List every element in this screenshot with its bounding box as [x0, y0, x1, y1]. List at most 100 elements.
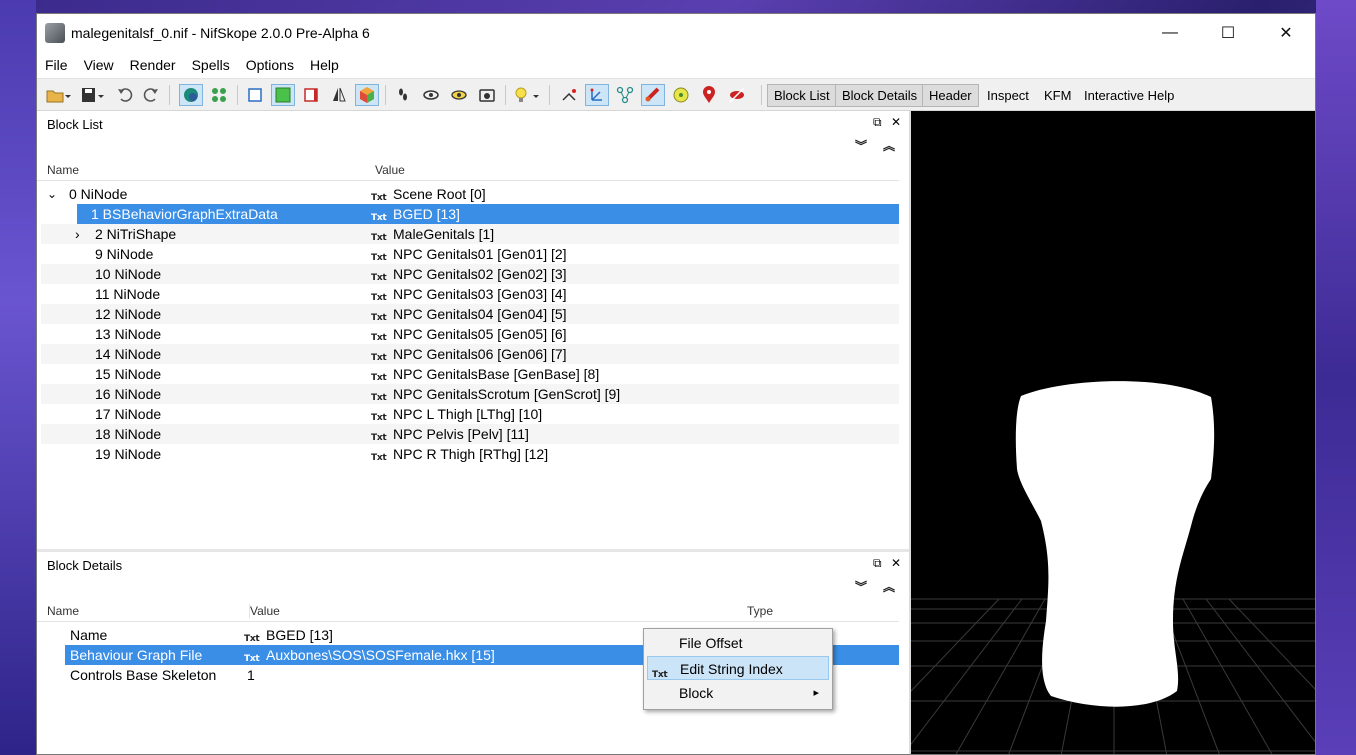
flip-view-icon[interactable] — [327, 84, 351, 106]
tab-block-list[interactable]: Block List — [767, 84, 837, 107]
block-name: 2 NiTriShape — [95, 226, 177, 242]
scene-render — [911, 381, 1315, 754]
float-pane-icon[interactable]: ⧉ — [873, 556, 882, 571]
menu-view[interactable]: View — [76, 52, 122, 78]
toolbar: Block List Block Details Header Inspect … — [37, 78, 1315, 111]
expand-all-icon[interactable]: ︾ — [855, 578, 867, 595]
block-value: NPC GenitalsBase [GenBase] [8] — [393, 366, 600, 382]
expand-all-icon[interactable]: ︾ — [855, 137, 867, 154]
column-value[interactable]: Value — [249, 604, 280, 618]
block-value: NPC L Thigh [LThg] [10] — [393, 406, 543, 422]
toolbar-separator — [237, 85, 238, 105]
view-side-icon[interactable] — [299, 84, 323, 106]
select-object-icon[interactable] — [179, 84, 203, 106]
column-type[interactable]: Type — [747, 604, 773, 618]
nifskope-window: malegenitalsf_0.nif - NifSkope 2.0.0 Pre… — [36, 13, 1316, 755]
menu-file[interactable]: File — [37, 52, 76, 78]
tab-block-details[interactable]: Block Details — [835, 84, 925, 107]
field-value: 1 — [247, 667, 255, 683]
title-bar: malegenitalsf_0.nif - NifSkope 2.0.0 Pre… — [37, 14, 1315, 52]
collapse-all-icon[interactable]: ︽ — [883, 578, 895, 595]
undo-icon[interactable] — [113, 84, 137, 106]
collapse-all-icon[interactable]: ︽ — [883, 137, 895, 154]
tab-interactive-help[interactable]: Interactive Help — [1077, 84, 1181, 107]
show-axes-icon[interactable] — [557, 84, 581, 106]
app-icon — [45, 23, 65, 43]
menu-render[interactable]: Render — [122, 52, 184, 78]
show-havok-icon[interactable] — [641, 84, 665, 106]
menu-item-edit-string-index[interactable]: Txt Edit String Index — [647, 656, 829, 680]
screenshot-icon[interactable] — [475, 84, 499, 106]
tree-row[interactable]: 13 NiNode Txt NPC Genitals05 [Gen05] [6] — [41, 324, 899, 344]
menu-options[interactable]: Options — [238, 52, 302, 78]
window-title: malegenitalsf_0.nif - NifSkope 2.0.0 Pre… — [71, 25, 370, 41]
desktop-background-left — [0, 0, 36, 755]
show-constraints-icon[interactable] — [585, 84, 609, 106]
tree-row[interactable]: 11 NiNode Txt NPC Genitals03 [Gen03] [4] — [41, 284, 899, 304]
open-file-icon[interactable] — [43, 84, 73, 106]
tree-row[interactable]: 14 NiNode Txt NPC Genitals06 [Gen06] [7] — [41, 344, 899, 364]
tree-row[interactable]: 9 NiNode Txt NPC Genitals01 [Gen01] [2] — [41, 244, 899, 264]
block-value: NPC Genitals03 [Gen03] [4] — [393, 286, 567, 302]
tab-inspect[interactable]: Inspect — [980, 84, 1036, 107]
block-name: 9 NiNode — [95, 246, 154, 262]
show-skeleton-icon[interactable] — [613, 84, 637, 106]
tree-row[interactable]: 10 NiNode Txt NPC Genitals02 [Gen02] [3] — [41, 264, 899, 284]
block-value: NPC Genitals06 [Gen06] [7] — [393, 346, 567, 362]
block-list-title: Block List — [47, 117, 103, 132]
show-markers-icon[interactable] — [697, 84, 721, 106]
context-menu: File Offset Txt Edit String Index Block … — [643, 628, 833, 710]
select-vertex-icon[interactable] — [207, 84, 231, 106]
redo-icon[interactable] — [139, 84, 163, 106]
close-pane-icon[interactable]: ✕ — [891, 556, 901, 570]
menu-item-label: Edit String Index — [680, 661, 783, 677]
tree-row[interactable]: 15 NiNode Txt NPC GenitalsBase [GenBase]… — [41, 364, 899, 384]
expand-arrow-icon[interactable]: › — [75, 224, 80, 244]
maximize-button[interactable]: ☐ — [1199, 14, 1257, 52]
render-viewport[interactable] — [911, 111, 1315, 754]
field-value: BGED [13] — [266, 627, 333, 643]
tab-header[interactable]: Header — [922, 84, 979, 107]
tree-row[interactable]: 18 NiNode Txt NPC Pelvis [Pelv] [11] — [41, 424, 899, 444]
tree-row[interactable]: 12 NiNode Txt NPC Genitals04 [Gen04] [5] — [41, 304, 899, 324]
float-pane-icon[interactable]: ⧉ — [873, 115, 882, 130]
show-hidden-icon[interactable] — [419, 84, 443, 106]
menu-spells[interactable]: Spells — [184, 52, 238, 78]
menu-item-label: File Offset — [679, 635, 743, 651]
walk-mode-icon[interactable] — [391, 84, 415, 106]
tree-row[interactable]: ⌄ 0 NiNode Txt Scene Root [0] — [41, 184, 899, 204]
hide-geometry-icon[interactable] — [725, 84, 749, 106]
tree-row[interactable]: › 2 NiTriShape Txt MaleGenitals [1] — [41, 224, 899, 244]
view-front-icon[interactable] — [243, 84, 267, 106]
perspective-cube-icon[interactable] — [355, 84, 379, 106]
save-file-icon[interactable] — [77, 84, 107, 106]
tree-row[interactable]: 17 NiNode Txt NPC L Thigh [LThg] [10] — [41, 404, 899, 424]
block-details-title: Block Details — [47, 558, 123, 573]
txt-icon: Txt — [371, 453, 387, 463]
tab-kfm[interactable]: KFM — [1037, 84, 1078, 107]
show-nodes-icon[interactable] — [447, 84, 471, 106]
tree-row-selected[interactable]: 1 BSBehaviorGraphExtraData Txt BGED [13] — [77, 204, 899, 224]
column-value[interactable]: Value — [375, 163, 405, 177]
menu-help[interactable]: Help — [302, 52, 347, 78]
menu-item-file-offset[interactable]: File Offset — [647, 631, 829, 655]
tree-row[interactable]: 19 NiNode Txt NPC R Thigh [RThg] [12] — [41, 444, 899, 464]
toolbar-separator — [761, 85, 762, 105]
lighting-icon[interactable] — [511, 84, 543, 106]
block-value: NPC R Thigh [RThg] [12] — [393, 446, 549, 462]
block-value: NPC Pelvis [Pelv] [11] — [393, 426, 529, 442]
menu-item-label: Block — [679, 685, 714, 701]
view-top-icon[interactable] — [271, 84, 295, 106]
close-button[interactable]: ✕ — [1257, 14, 1315, 52]
minimize-button[interactable]: — — [1141, 14, 1199, 52]
column-name[interactable]: Name — [47, 163, 79, 177]
show-furniture-icon[interactable] — [669, 84, 693, 106]
collapse-arrow-icon[interactable]: ⌄ — [47, 184, 57, 204]
tree-row[interactable]: 16 NiNode Txt NPC GenitalsScrotum [GenSc… — [41, 384, 899, 404]
submenu-arrow-icon: ▸ — [813, 687, 819, 699]
close-pane-icon[interactable]: ✕ — [891, 115, 901, 129]
block-name: 15 NiNode — [95, 366, 162, 382]
menu-item-block[interactable]: Block ▸ — [647, 681, 829, 705]
block-name: 19 NiNode — [95, 446, 162, 462]
column-name[interactable]: Name — [47, 604, 79, 618]
